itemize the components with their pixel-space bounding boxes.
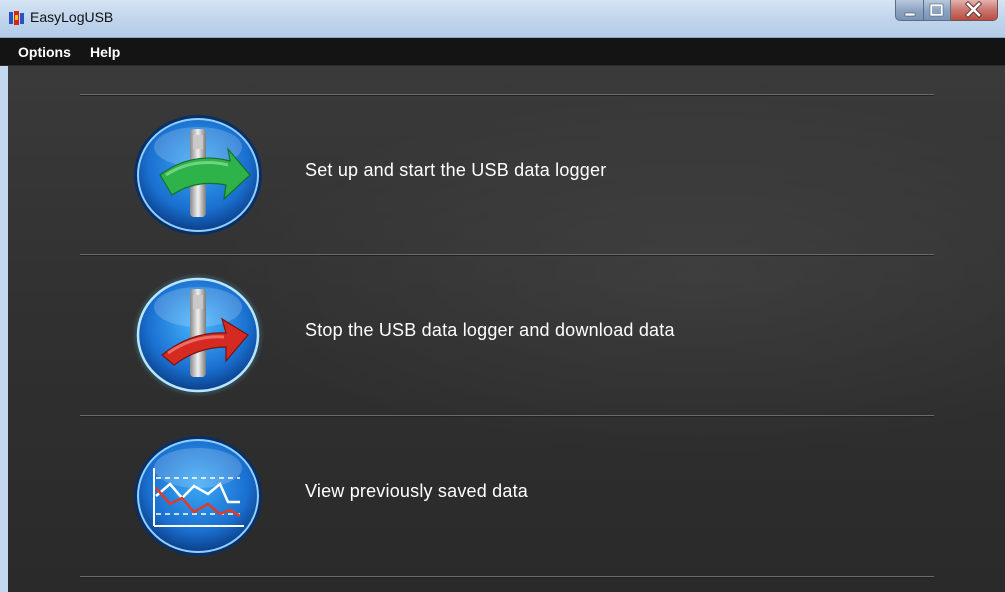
line-graph-icon: [134, 436, 262, 556]
minimize-icon: [904, 12, 916, 17]
app-window: EasyLogUSB Options Help Set up and start…: [0, 0, 1005, 592]
menu-bar: Options Help: [0, 38, 1005, 66]
stop-download-logger-button[interactable]: Stop the USB data logger and download da…: [80, 255, 934, 413]
maximize-button[interactable]: [924, 0, 951, 21]
setup-start-logger-label: Set up and start the USB data logger: [305, 160, 607, 180]
window-frame-left: [0, 66, 8, 592]
close-icon: [964, 0, 983, 19]
view-saved-data-button[interactable]: View previously saved data: [80, 416, 934, 574]
minimize-button[interactable]: [895, 0, 924, 21]
usb-logger-green-arrow-icon: [134, 115, 262, 235]
close-button[interactable]: [951, 0, 998, 21]
menu-help[interactable]: Help: [90, 44, 120, 60]
window-controls: [895, 0, 998, 21]
usb-logger-red-arrow-icon: [132, 273, 264, 397]
maximize-icon: [929, 3, 944, 17]
stop-download-logger-label: Stop the USB data logger and download da…: [305, 320, 675, 340]
window-title: EasyLogUSB: [30, 9, 114, 25]
app-logo-icon: [9, 11, 24, 25]
title-bar[interactable]: EasyLogUSB: [0, 0, 1005, 38]
view-saved-data-label: View previously saved data: [305, 481, 528, 501]
divider: [80, 576, 934, 577]
setup-start-logger-button[interactable]: Set up and start the USB data logger: [80, 95, 934, 253]
menu-options[interactable]: Options: [18, 44, 71, 60]
main-panel: Set up and start the USB data logger Sto…: [8, 66, 1005, 592]
